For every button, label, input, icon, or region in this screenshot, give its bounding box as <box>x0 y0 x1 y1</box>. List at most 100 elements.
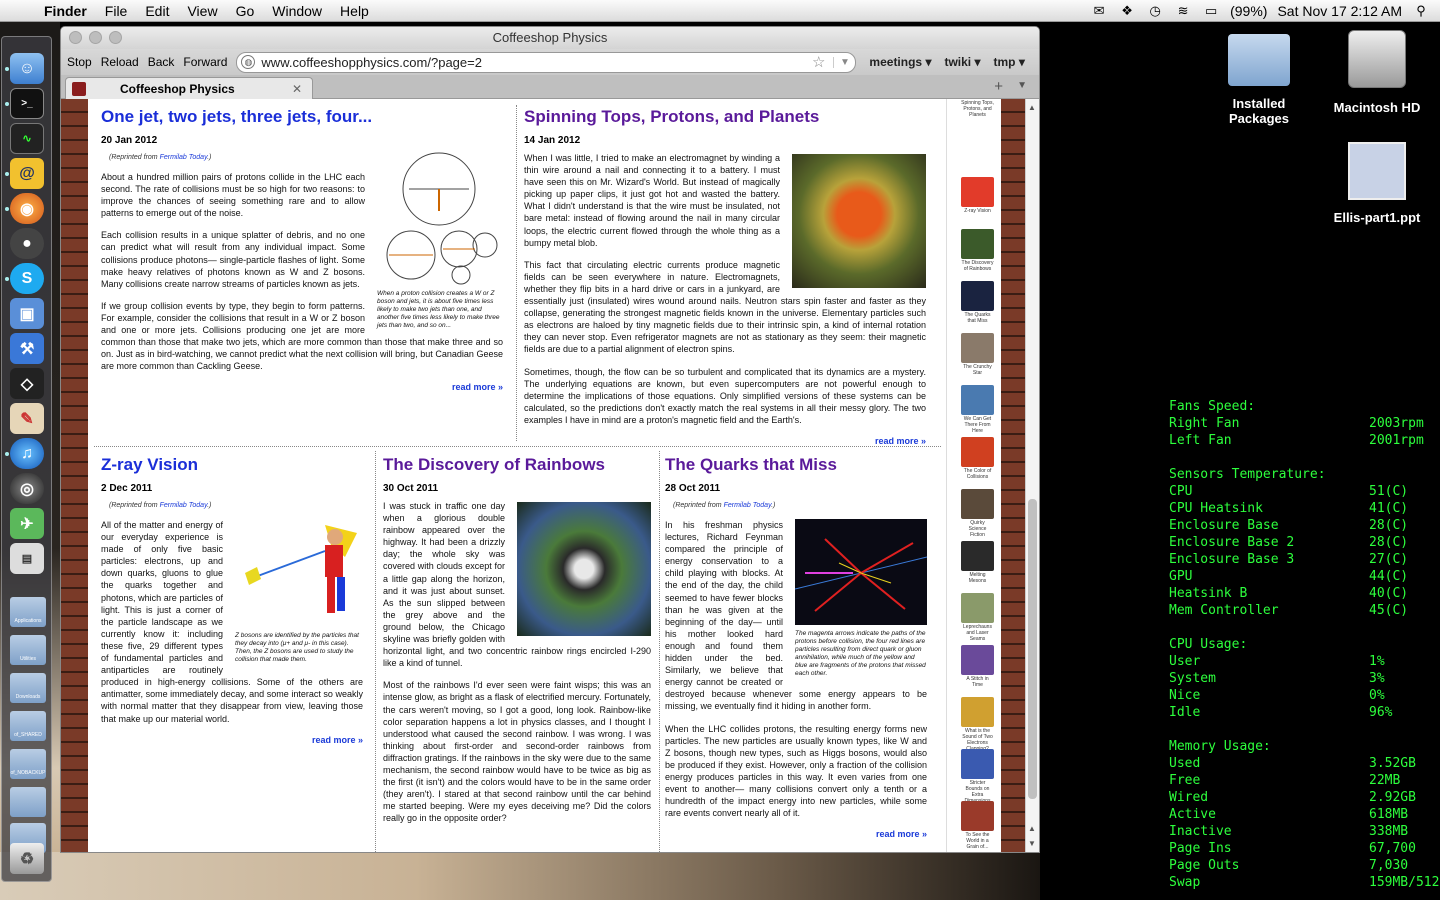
desktop-icon-ellis-ppt[interactable]: Ellis-part1.ppt <box>1326 142 1428 225</box>
zoom-window-button[interactable] <box>109 31 122 44</box>
close-window-button[interactable] <box>69 31 82 44</box>
wifi-icon[interactable]: ≋ <box>1174 3 1192 18</box>
finder-icon[interactable]: ☺ <box>10 53 44 84</box>
monitor-row: System 3% <box>1169 670 1439 687</box>
bookmark-tmp[interactable]: tmp ▾ <box>994 55 1025 69</box>
terminal-icon[interactable]: >_ <box>10 88 44 119</box>
scroll-down-icon[interactable]: ▼ <box>1028 839 1036 848</box>
address-bar[interactable]: ◍ www.coffeeshopphysics.com/?page=2 ☆ ▼ <box>236 51 857 73</box>
close-tab-icon[interactable]: ✕ <box>292 82 302 96</box>
thumbnail-label: Quirky Science Fiction <box>968 520 987 538</box>
battery-percent[interactable]: (99%) <box>1230 3 1267 19</box>
menu-edit[interactable]: Edit <box>136 3 178 19</box>
sidebar-thumbnail[interactable]: To See the World in a Grain of... <box>961 801 994 850</box>
sidebar-thumbnail[interactable]: Quirky Science Fiction <box>961 489 994 538</box>
menu-file[interactable]: File <box>96 3 137 19</box>
thunderbird-icon[interactable]: @ <box>10 158 44 189</box>
url-text[interactable]: www.coffeeshopphysics.com/?page=2 <box>261 55 482 70</box>
article-title[interactable]: Spinning Tops, Protons, and Planets <box>524 107 926 127</box>
sidebar-thumbnail[interactable]: Spinning Tops, Protons, and Planets <box>961 99 994 118</box>
article-title[interactable]: The Quarks that Miss <box>665 455 927 475</box>
menu-window[interactable]: Window <box>263 3 331 19</box>
read-more-link[interactable]: read more » <box>665 829 927 839</box>
activity-monitor-icon[interactable]: ∿ <box>10 123 44 154</box>
read-more-link[interactable]: read more » <box>101 382 503 392</box>
sidebar-thumbnail[interactable]: A Stitch in Time <box>961 645 994 688</box>
mail-icon[interactable]: ✉ <box>1090 3 1108 18</box>
page-scrollbar[interactable]: ▲ ▲ ▼ <box>1025 99 1039 852</box>
facetime-camera-icon[interactable]: ● <box>10 228 44 259</box>
scroll-up-icon[interactable]: ▲ <box>1028 103 1036 112</box>
sidebar-thumbnail[interactable]: Stricter Bounds on Extra Dimensions <box>961 749 994 804</box>
back-button[interactable]: Back <box>148 55 175 69</box>
unity-icon[interactable]: ◇ <box>10 368 44 399</box>
read-more-link[interactable]: read more » <box>101 735 363 745</box>
sidebar-thumbnail[interactable]: Z-ray Vision <box>961 177 994 214</box>
virtualbox-icon[interactable]: ▣ <box>10 298 44 329</box>
trash-icon[interactable]: ♻ <box>10 843 44 874</box>
sidebar-thumbnail[interactable]: We Can Get There From Here <box>961 385 994 434</box>
stop-button[interactable]: Stop <box>67 55 92 69</box>
article-date: 2 Dec 2011 <box>101 483 153 494</box>
menu-clock[interactable]: Sat Nov 17 2:12 AM <box>1277 3 1402 19</box>
sidebar-thumbnail[interactable]: What is the Sound of Two Electrons Clapp… <box>961 697 994 752</box>
xcode-icon[interactable]: ⚒ <box>10 333 44 364</box>
thumbnail-label: The Discovery of Rainbows <box>961 260 994 272</box>
sidebar-thumbnail[interactable]: The Quarks that Miss <box>961 281 994 324</box>
folder-icon[interactable]: Utilities <box>10 635 46 665</box>
fermilab-link[interactable]: Fermilab Today <box>724 502 771 509</box>
monitor-key: Used <box>1169 756 1201 771</box>
menu-go[interactable]: Go <box>227 3 264 19</box>
scrollbar-thumb[interactable] <box>1028 499 1037 799</box>
article-title[interactable]: Z-ray Vision <box>101 455 363 475</box>
dropbox-icon[interactable]: ❖ <box>1118 3 1136 18</box>
browser-toolbar: Stop Reload Back Forward ◍ www.coffeesho… <box>61 49 1039 75</box>
dvd-player-icon[interactable]: ◎ <box>10 473 44 504</box>
spotlight-search-icon[interactable]: ⚲ <box>1412 3 1430 18</box>
new-tab-icon[interactable]: + <box>994 78 1003 95</box>
minimize-window-button[interactable] <box>89 31 102 44</box>
history-dropdown-icon[interactable]: ▼ <box>833 56 855 68</box>
skype-icon[interactable]: S <box>10 263 44 294</box>
article-spinning-tops: Spinning Tops, Protons, and Planets 14 J… <box>524 107 926 445</box>
bookmark-meetings[interactable]: meetings ▾ <box>869 55 931 69</box>
tab-coffeeshop-physics[interactable]: Coffeeshop Physics ✕ <box>65 77 313 99</box>
forward-button[interactable]: Forward <box>183 55 227 69</box>
textedit-icon[interactable]: ✎ <box>10 403 44 434</box>
battery-icon[interactable]: ▭ <box>1202 3 1220 18</box>
tab-list-icon[interactable]: ▼ <box>1017 80 1027 91</box>
firefox-icon[interactable]: ◉ <box>10 193 44 224</box>
sidebar-thumbnail[interactable]: The Discovery of Rainbows <box>961 229 994 272</box>
monitor-key: CPU Heatsink <box>1169 501 1263 516</box>
bookmark-star-icon[interactable]: ☆ <box>812 53 825 71</box>
read-more-link[interactable]: read more » <box>524 436 926 445</box>
reload-button[interactable]: Reload <box>101 55 139 69</box>
maps-icon[interactable]: ✈ <box>10 508 44 539</box>
folder-icon[interactable]: of_NOBACKUP <box>10 749 46 779</box>
scroll-up-icon[interactable]: ▲ <box>1028 824 1036 833</box>
desktop-icon-installed-packages[interactable]: Installed Packages <box>1214 34 1304 126</box>
article-title[interactable]: The Discovery of Rainbows <box>383 455 651 475</box>
sidebar-thumbnail[interactable]: Melting Mesons <box>961 541 994 584</box>
monitor-key: User <box>1169 654 1201 669</box>
folder-icon[interactable]: Downloads <box>10 673 46 703</box>
menu-finder[interactable]: Finder <box>42 3 96 19</box>
sidebar-thumbnail[interactable]: The Crunchy Star <box>961 333 994 376</box>
fermilab-link[interactable]: Fermilab Today <box>160 502 207 509</box>
folder-icon[interactable]: of_SHARED <box>10 711 46 741</box>
folder-icon[interactable]: Applications <box>10 597 46 627</box>
folder-icon[interactable] <box>10 787 46 817</box>
desktop-icon-macintosh-hd[interactable]: Macintosh HD <box>1330 30 1424 115</box>
fermilab-link[interactable]: Fermilab Today <box>160 154 207 161</box>
monitor-row: Inactive 338MB <box>1169 823 1439 840</box>
sidebar-thumbnail[interactable]: The Color of Collisions <box>961 437 994 480</box>
monitor-row: Left Fan 2001rpm <box>1169 432 1439 449</box>
display-icon[interactable]: ▤ <box>10 543 44 574</box>
bookmark-twiki[interactable]: twiki ▾ <box>944 55 980 69</box>
time-machine-icon[interactable]: ◷ <box>1146 3 1164 18</box>
menu-view[interactable]: View <box>178 3 226 19</box>
itunes-icon[interactable]: ♫ <box>10 438 44 469</box>
sidebar-thumbnail[interactable]: Leprechauns and Laser Seams <box>961 593 994 642</box>
menu-help[interactable]: Help <box>331 3 378 19</box>
article-title[interactable]: One jet, two jets, three jets, four... <box>101 107 503 127</box>
